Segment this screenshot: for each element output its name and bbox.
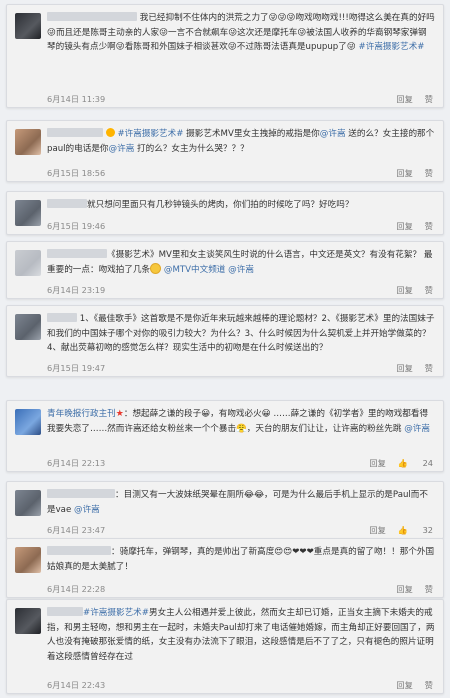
avatar[interactable] xyxy=(15,129,41,155)
like-button[interactable]: 赞 xyxy=(425,584,433,594)
like-button[interactable]: 赞 xyxy=(425,680,433,690)
mention-link[interactable]: @许嵩 xyxy=(109,144,135,154)
comment-card: ：目测又有一大波妹纸哭晕在厕所😂😂，可是为什么最后手机上显示的是Paul而不是v… xyxy=(6,481,444,539)
reply-button[interactable]: 回复 xyxy=(396,221,412,231)
username-blurred[interactable] xyxy=(47,128,103,137)
comment-actions: 回复 赞 xyxy=(384,167,433,179)
timestamp: 6月14日 11:39 xyxy=(47,94,106,104)
comment-card: 1、《最佳歌手》这首歌是不是你近年来玩越来越棒的理论题材？2、《摄影艺术》里的法… xyxy=(6,305,444,377)
comment-actions: 回复 👍 24 xyxy=(357,457,433,469)
like-button[interactable]: 赞 xyxy=(425,285,433,295)
username-blurred[interactable] xyxy=(47,199,87,208)
timestamp: 6月15日 19:47 xyxy=(47,363,106,373)
topic-link[interactable]: #许嵩摄影艺术# xyxy=(359,42,425,52)
comment-body: #许嵩摄影艺术# 摄影艺术MV里女主拽掉的戒指是你@许嵩 送的么？女主接的那个p… xyxy=(47,127,435,156)
like-button[interactable]: 👍 32 xyxy=(398,525,433,535)
reply-button[interactable]: 回复 xyxy=(396,285,412,295)
timestamp: 6月14日 22:43 xyxy=(47,680,106,690)
vip-badge-icon xyxy=(105,128,115,137)
comment-card: 《摄影艺术》MV里和女主谈笑风生时说的什么语言，中文还是英文？有没有花絮？ 最重… xyxy=(6,241,444,299)
comment-card: #许嵩摄影艺术#男女主人公相遇并爱上彼此，然而女主却已订婚，正当女主摘下未婚夫的… xyxy=(6,599,444,694)
like-button[interactable]: 赞 xyxy=(425,94,433,104)
topic-link[interactable]: #许嵩摄影艺术# xyxy=(83,608,149,618)
comment-body: 就只想问里面只有几秒钟镜头的烤肉，你们拍的时候吃了吗？好吃吗？ xyxy=(47,198,435,213)
comment-actions: 回复 赞 xyxy=(384,220,433,232)
reply-button[interactable]: 回复 xyxy=(396,363,412,373)
reply-button[interactable]: 回复 xyxy=(396,168,412,178)
like-button[interactable]: 👍 24 xyxy=(398,458,433,468)
like-count: 32 xyxy=(422,525,433,535)
star-badge-icon: ★ xyxy=(115,409,124,419)
avatar[interactable] xyxy=(15,200,41,226)
timestamp: 6月14日 22:28 xyxy=(47,584,106,594)
avatar[interactable] xyxy=(15,13,41,39)
avatar[interactable] xyxy=(15,608,41,634)
comment-actions: 回复 赞 xyxy=(384,583,433,595)
reply-button[interactable]: 回复 xyxy=(396,94,412,104)
mention-link[interactable]: @许嵩 xyxy=(74,505,100,515)
avatar[interactable] xyxy=(15,314,41,340)
reply-button[interactable]: 回复 xyxy=(369,458,385,468)
comment-text: 《摄影艺术》MV里和女主谈笑风生时说的什么语言，中文还是英文？有没有花絮？ xyxy=(107,250,422,260)
comment-card: 就只想问里面只有几秒钟镜头的烤肉，你们拍的时候吃了吗？好吃吗？ 6月15日 19… xyxy=(6,191,444,235)
comment-body: #许嵩摄影艺术#男女主人公相遇并爱上彼此，然而女主却已订婚，正当女主摘下未婚夫的… xyxy=(47,606,435,664)
comment-body: 我已经抑制不住体内的洪荒之力了😜😜😜吻戏吻吻戏!!!吻得这么美在真的好吗😜而且还… xyxy=(47,11,435,55)
comment-actions: 回复 赞 xyxy=(384,284,433,296)
like-count: 24 xyxy=(422,458,433,468)
comment-text: 1、《最佳歌手》这首歌是不是你近年来玩越来越棒的理论题材？2、《摄影艺术》里的法… xyxy=(47,314,435,353)
timestamp: 6月14日 23:47 xyxy=(47,525,106,535)
timestamp: 6月15日 19:46 xyxy=(47,221,106,231)
topic-link[interactable]: #许嵩摄影艺术# xyxy=(117,129,183,139)
comment-body: 《摄影艺术》MV里和女主谈笑风生时说的什么语言，中文还是英文？有没有花絮？ 最重… xyxy=(47,248,435,277)
comment-body: ：骑摩托车，弹钢琴，真的是帅出了新高度😍😍❤❤❤重点是真的留了吻！！那个外国姑娘… xyxy=(47,545,435,574)
mention-link[interactable]: @MTV中文频道 xyxy=(164,265,226,275)
username-blurred[interactable] xyxy=(47,607,83,616)
username-blurred[interactable] xyxy=(47,489,115,498)
timestamp: 6月14日 23:19 xyxy=(47,285,106,295)
mention-link[interactable]: @许嵩 xyxy=(320,129,346,139)
timestamp: 6月15日 18:56 xyxy=(47,168,106,178)
comment-card: 青年晚报行政主刊★：想起薛之谦的段子😀，有吻戏必火😀 ……薛之谦的《初学者》里的… xyxy=(6,400,444,472)
like-button[interactable]: 赞 xyxy=(425,363,433,373)
username-link[interactable]: 青年晚报行政主刊 xyxy=(47,409,116,419)
comment-text: 摄影艺术MV里女主拽掉的戒指是你 xyxy=(183,129,320,139)
like-button[interactable]: 赞 xyxy=(425,168,433,178)
avatar[interactable] xyxy=(15,409,41,435)
username-blurred[interactable] xyxy=(47,313,77,322)
avatar[interactable] xyxy=(15,490,41,516)
username-blurred[interactable] xyxy=(47,12,137,21)
comment-body: ：目测又有一大波妹纸哭晕在厕所😂😂，可是为什么最后手机上显示的是Paul而不是v… xyxy=(47,488,435,517)
comment-body: 1、《最佳歌手》这首歌是不是你近年来玩越来越棒的理论题材？2、《摄影艺术》里的法… xyxy=(47,312,435,356)
crying-emoji-icon xyxy=(150,262,162,274)
comment-card: ：骑摩托车，弹钢琴，真的是帅出了新高度😍😍❤❤❤重点是真的留了吻！！那个外国姑娘… xyxy=(6,538,444,598)
mention-link[interactable]: @许嵩 xyxy=(404,424,430,434)
reply-button[interactable]: 回复 xyxy=(396,680,412,690)
avatar[interactable] xyxy=(15,250,41,276)
mention-link[interactable]: @许嵩 xyxy=(228,265,254,275)
comment-text: 就只想问里面只有几秒钟镜头的烤肉，你们拍的时候吃了吗？好吃吗？ xyxy=(87,200,354,210)
comment-card: #许嵩摄影艺术# 摄影艺术MV里女主拽掉的戒指是你@许嵩 送的么？女主接的那个p… xyxy=(6,120,444,182)
reply-button[interactable]: 回复 xyxy=(396,584,412,594)
comment-actions: 回复 赞 xyxy=(384,362,433,374)
username-blurred[interactable] xyxy=(47,249,107,258)
comment-actions: 回复 👍 32 xyxy=(357,524,433,536)
like-button[interactable]: 赞 xyxy=(425,221,433,231)
comment-body: 青年晚报行政主刊★：想起薛之谦的段子😀，有吻戏必火😀 ……薛之谦的《初学者》里的… xyxy=(47,407,435,436)
reply-button[interactable]: 回复 xyxy=(369,525,385,535)
username-blurred[interactable] xyxy=(47,546,111,555)
comment-actions: 回复 赞 xyxy=(384,679,433,691)
comment-text: 打的么？女主为什么哭？？？ xyxy=(134,143,249,154)
comment-actions: 回复 赞 xyxy=(384,93,433,105)
comment-card: 我已经抑制不住体内的洪荒之力了😜😜😜吻戏吻吻戏!!!吻得这么美在真的好吗😜而且还… xyxy=(6,4,444,108)
timestamp: 6月14日 22:13 xyxy=(47,458,106,468)
avatar[interactable] xyxy=(15,547,41,573)
comment-feed: 我已经抑制不住体内的洪荒之力了😜😜😜吻戏吻吻戏!!!吻得这么美在真的好吗😜而且还… xyxy=(0,0,450,698)
